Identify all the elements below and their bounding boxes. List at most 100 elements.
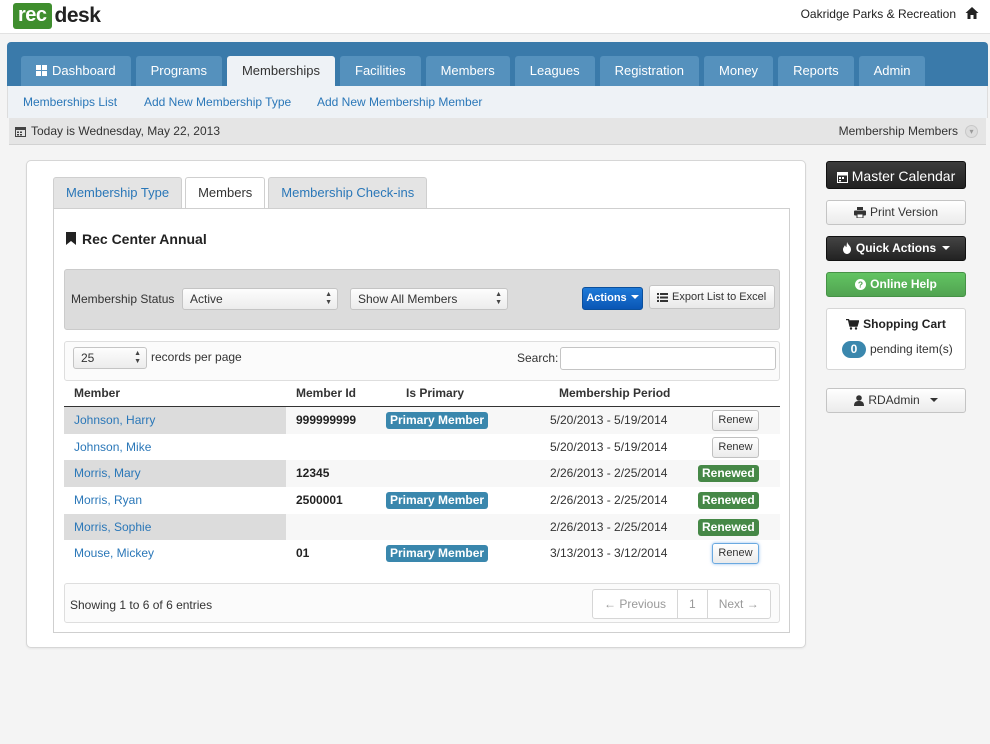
user-icon: [854, 395, 865, 406]
member-id: 2500001: [296, 493, 343, 508]
column-member-id[interactable]: Member Id: [296, 386, 356, 400]
column-is-primary[interactable]: Is Primary: [406, 386, 464, 400]
tab-memberships[interactable]: Memberships: [226, 56, 335, 87]
member-name-link[interactable]: Morris, Mary: [64, 460, 286, 488]
tab-dashboard[interactable]: Dashboard: [21, 56, 131, 86]
tab-membership-checkins[interactable]: Membership Check-ins: [268, 177, 428, 209]
tab-money[interactable]: Money: [704, 56, 774, 86]
actions-label: Actions: [586, 292, 627, 304]
renewed-badge: Renewed: [698, 465, 759, 483]
previous-page-button[interactable]: ← Previous: [593, 590, 679, 618]
select-arrows-icon: ▲ ▼: [325, 291, 332, 306]
caret-down-icon: [929, 398, 938, 402]
subnav-add-membership-type[interactable]: Add New Membership Type: [144, 95, 291, 109]
membership-period: 5/20/2013 - 5/19/2014: [550, 439, 668, 454]
member-name-link[interactable]: Morris, Ryan: [64, 487, 286, 514]
tab-members[interactable]: Members: [185, 177, 266, 210]
table-row: Johnson, Mike 5/20/2013 - 5/19/2014 Renew: [64, 434, 780, 461]
primary-member-badge: Primary Member: [386, 412, 489, 429]
tab-label: Memberships: [241, 63, 320, 78]
table-row: Morris, Ryan 2500001 Primary Member 2/26/20…: [64, 487, 780, 514]
primary-member-badge: Primary Member: [386, 545, 489, 563]
caret-down-icon: [942, 246, 951, 250]
cart-count-badge: 0: [842, 341, 866, 358]
tab-label: Facilities: [355, 63, 406, 78]
member-name-link[interactable]: Morris, Sophie: [64, 513, 286, 541]
member-id: 999999999: [296, 413, 357, 427]
top-bar: rec desk Oakridge Parks & Recreation: [0, 0, 990, 34]
table-row: Mouse, Mickey 01 Primary Member 3/13/2013 -…: [64, 540, 780, 567]
tab-admin[interactable]: Admin: [858, 56, 926, 86]
next-page-button[interactable]: Next →: [708, 590, 770, 618]
membership-status-label: Membership Status: [71, 292, 175, 306]
cart-pending-label: pending item(s): [870, 342, 953, 356]
renewed-badge: Renewed: [698, 492, 759, 510]
user-name: RDAdmin: [868, 393, 920, 407]
select-arrows-icon: ▲ ▼: [495, 291, 502, 306]
tab-members[interactable]: Members: [425, 56, 510, 86]
cart-title-label: Shopping Cart: [863, 317, 946, 331]
tab-content: Rec Center Annual Membership Status Acti…: [53, 208, 790, 633]
members-filter-select[interactable]: Show All Members ▲ ▼: [350, 288, 508, 310]
section-title: Rec Center Annual: [66, 231, 207, 247]
select-arrows-icon: ▲ ▼: [134, 350, 141, 365]
subnav-add-membership-member[interactable]: Add New Membership Member: [317, 95, 482, 109]
recdesk-logo[interactable]: rec desk: [13, 3, 101, 29]
chevron-down-icon[interactable]: ▾: [965, 125, 978, 138]
master-calendar-label: Master Calendar: [851, 168, 956, 184]
export-excel-button[interactable]: Export List to Excel: [649, 285, 775, 309]
table-controls: 25 ▲ ▼ records per page Search:: [64, 341, 780, 381]
search-input[interactable]: [560, 347, 776, 370]
column-member[interactable]: Member: [74, 386, 120, 400]
tab-reports[interactable]: Reports: [778, 56, 854, 86]
renew-button[interactable]: Renew: [712, 543, 759, 565]
home-icon[interactable]: [965, 6, 979, 20]
logo-rec: rec: [13, 3, 52, 29]
records-per-page-select[interactable]: 25 ▲ ▼: [73, 347, 147, 369]
membership-status-value: Active: [190, 292, 223, 306]
tab-programs[interactable]: Programs: [135, 56, 222, 86]
members-table: Member Member Id Is Primary Membership P…: [64, 381, 780, 567]
quick-actions-button[interactable]: Quick Actions: [826, 236, 966, 261]
membership-status-select[interactable]: Active ▲ ▼: [182, 288, 338, 310]
today-date: Today is Wednesday, May 22, 2013: [31, 124, 220, 138]
tab-label: Dashboard: [52, 63, 116, 78]
shopping-cart[interactable]: Shopping Cart 0 pending item(s): [826, 308, 966, 370]
records-per-page-label: records per page: [151, 350, 242, 364]
help-icon: ?: [855, 279, 867, 290]
online-help-label: Online Help: [870, 277, 937, 291]
tab-label: Reports: [793, 63, 839, 78]
search-label: Search:: [517, 351, 559, 365]
fire-icon: [842, 242, 851, 254]
printer-icon: [853, 207, 866, 218]
member-id: 01: [296, 546, 310, 561]
column-membership-period[interactable]: Membership Period: [559, 386, 670, 400]
renew-button[interactable]: Renew: [712, 410, 759, 431]
tab-leagues[interactable]: Leagues: [514, 56, 595, 86]
user-menu-button[interactable]: RDAdmin: [826, 388, 966, 413]
member-name-link[interactable]: Mouse, Mickey: [64, 540, 286, 567]
membership-type-name: Rec Center Annual: [82, 231, 207, 247]
sub-nav: Memberships List Add New Membership Type…: [7, 86, 988, 118]
bookmark-icon: [66, 232, 76, 245]
tab-facilities[interactable]: Facilities: [340, 56, 421, 86]
member-name-link[interactable]: Johnson, Mike: [64, 434, 286, 461]
calendar-icon: [836, 172, 848, 183]
members-filter-value: Show All Members: [358, 292, 458, 306]
table-row: Morris, Mary 12345 2/26/2013 - 2/25/2014 Re…: [64, 460, 780, 488]
print-version-button[interactable]: Print Version: [826, 200, 966, 225]
member-name-link[interactable]: Johnson, Harry: [64, 407, 286, 434]
master-calendar-button[interactable]: Master Calendar: [826, 161, 966, 189]
tab-label: Money: [719, 63, 759, 78]
subnav-memberships-list[interactable]: Memberships List: [23, 95, 117, 109]
list-icon: [657, 293, 668, 302]
actions-button[interactable]: Actions: [582, 287, 643, 310]
page-1-button[interactable]: 1: [678, 590, 708, 618]
tab-membership-type[interactable]: Membership Type: [53, 177, 183, 209]
online-help-button[interactable]: ? Online Help: [826, 272, 966, 297]
renew-button[interactable]: Renew: [712, 436, 759, 458]
tab-label: Admin: [873, 63, 911, 78]
membership-period: 5/20/2013 - 5/19/2014: [550, 413, 668, 427]
export-label: Export List to Excel: [672, 291, 767, 303]
tab-registration[interactable]: Registration: [599, 56, 700, 86]
